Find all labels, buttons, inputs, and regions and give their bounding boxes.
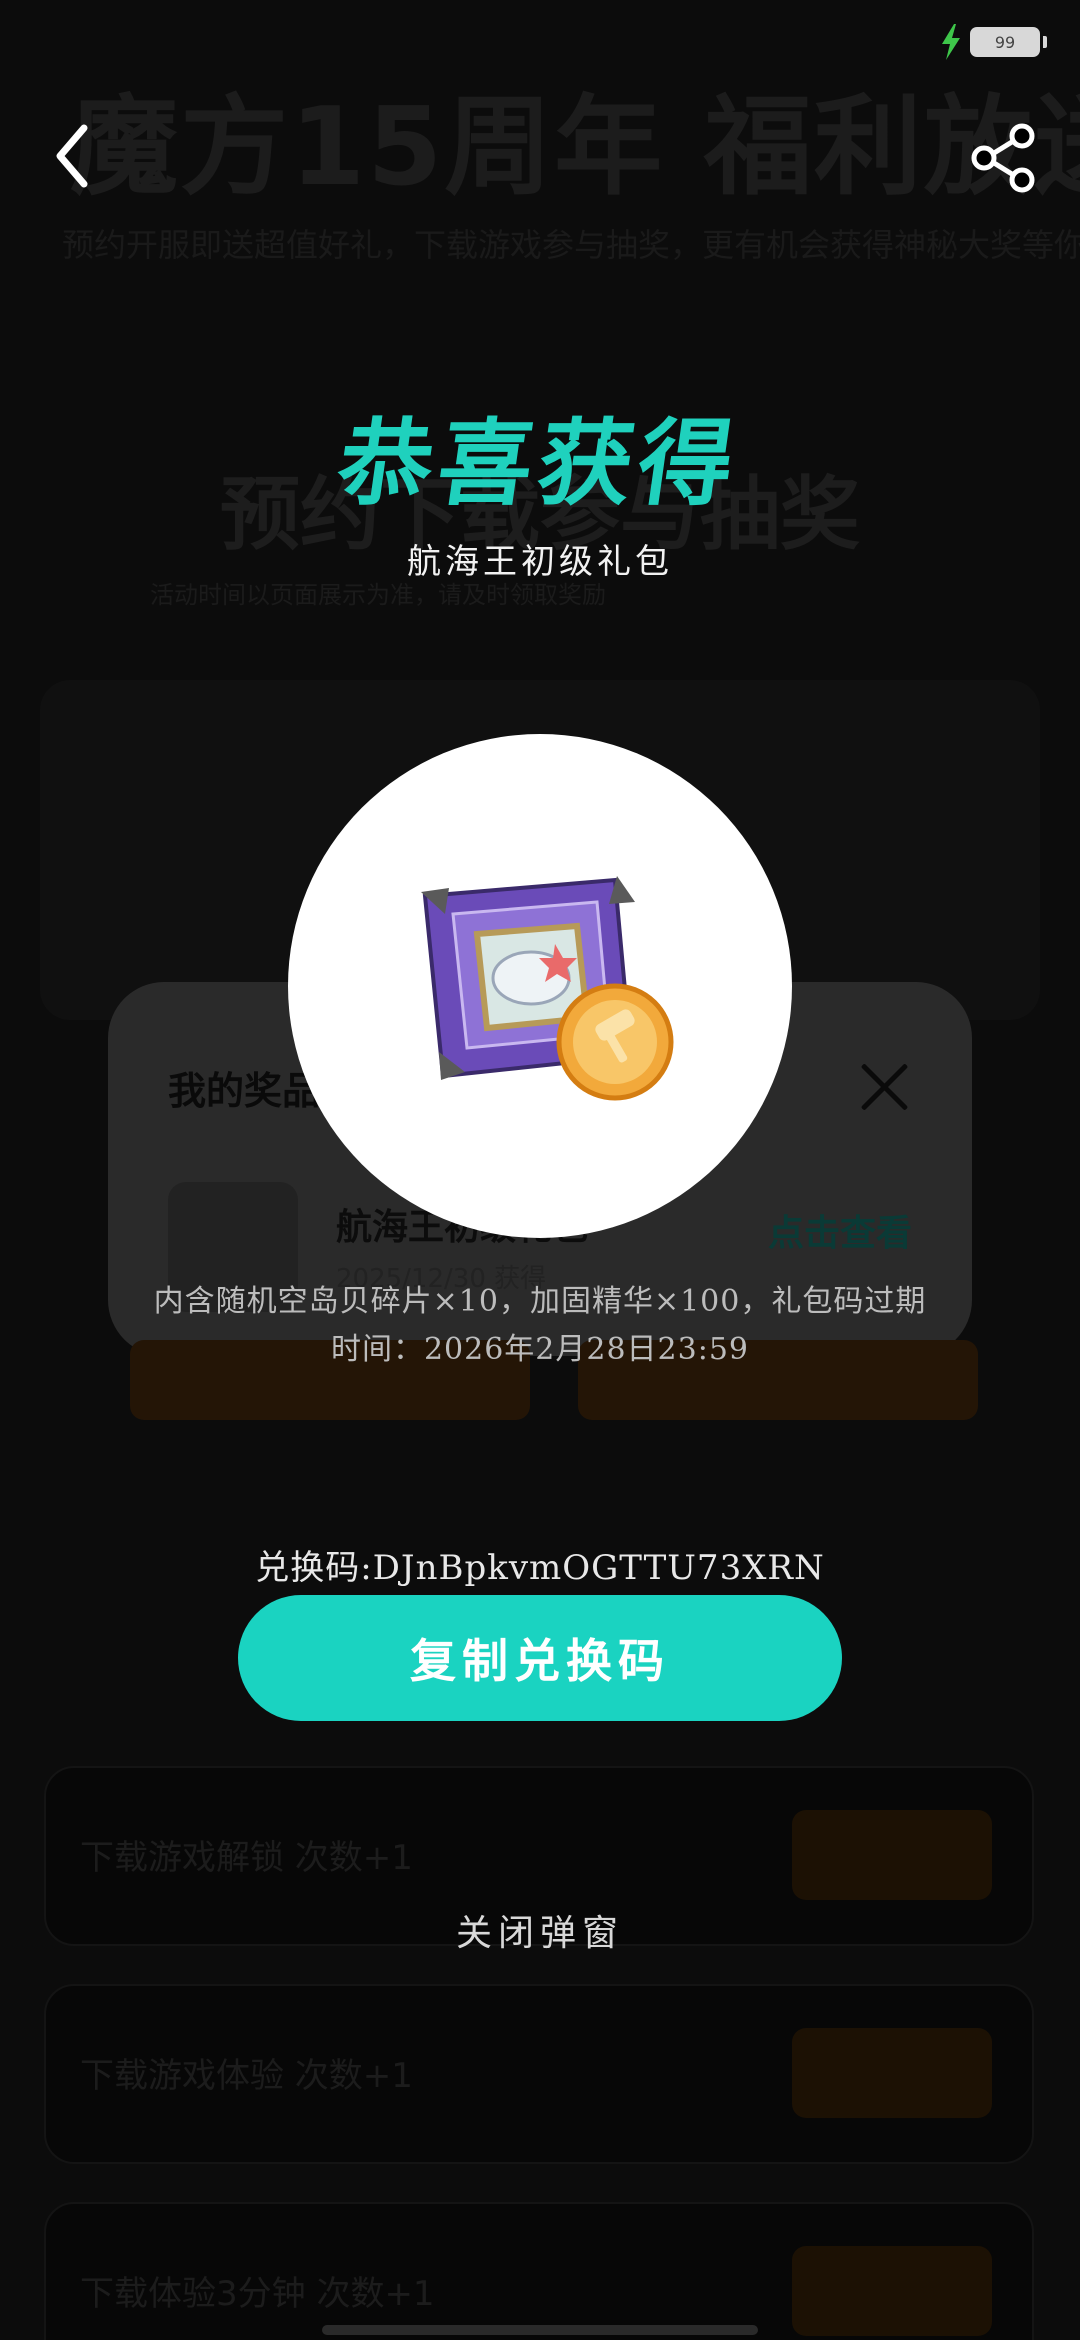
prize-name: 航海王初级礼包 [407,542,673,582]
chevron-left-icon [56,124,88,188]
battery-icon: 99 [970,27,1047,57]
background-title: 魔方15周年 福利放送 [70,85,1080,210]
task-row-button [792,2028,992,2118]
task-row-button [792,2246,992,2336]
copy-code-button[interactable]: 复制兑换码 [238,1595,842,1721]
prize-image-circle [288,734,792,1238]
gift-crate-icon [421,876,674,1101]
home-indicator [322,2325,758,2335]
battery-level: 99 [994,32,1016,52]
task-row-label: 下载游戏体验 次数+1 [80,2056,413,2096]
background-subtitle: 预约开服即送超值好礼，下载游戏参与抽奖，更有机会获得神秘大奖等你来拿 [62,226,1080,264]
task-row: 下载体验3分钟 次数+1 [44,2202,1034,2340]
close-popup-link[interactable]: 关闭弹窗 [0,1904,1080,1956]
view-prize-link: 点击查看 [767,1213,912,1254]
status-bar: 99 [940,20,1047,64]
close-icon [858,1060,910,1112]
my-prizes-title: 我的奖品 [168,1069,321,1113]
task-row: 下载游戏体验 次数+1 [44,1984,1034,2164]
prize-description: 内含随机空岛贝碎片×10，加固精华×100，礼包码过期时间：2026年2月28日… [153,1284,927,1367]
charging-bolt-icon [942,24,960,60]
redeem-code[interactable]: 兑换码:DJnBpkvmOGTTU73XRN [0,1540,1080,1589]
task-row-label: 下载体验3分钟 次数+1 [80,2274,435,2314]
congrats-title: 恭喜获得 [331,409,747,519]
share-icon [971,123,1035,193]
task-row-label: 下载游戏解锁 次数+1 [80,1838,413,1878]
task-row-button [792,1810,992,1900]
share-button[interactable] [968,122,1040,194]
back-button[interactable] [44,118,104,194]
